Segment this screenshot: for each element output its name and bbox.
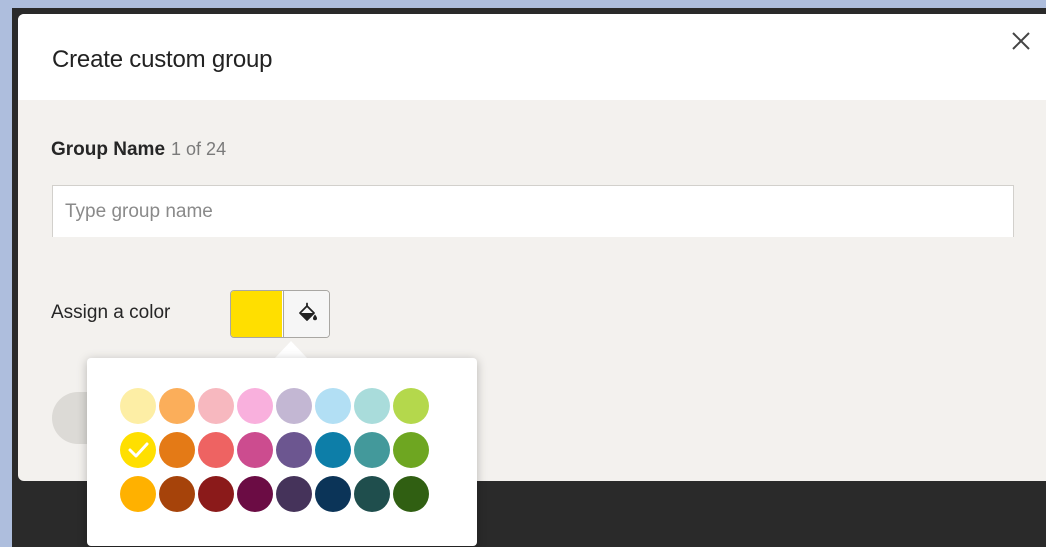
color-swatch[interactable] [315, 388, 351, 424]
window-frame-left [0, 0, 12, 547]
color-swatch[interactable] [159, 388, 195, 424]
color-swatch[interactable] [315, 476, 351, 512]
group-name-input[interactable] [52, 185, 1014, 237]
color-swatch[interactable] [315, 432, 351, 468]
selected-color-swatch [231, 291, 282, 337]
close-button[interactable] [1006, 26, 1036, 56]
color-swatch[interactable] [276, 388, 312, 424]
group-name-label: Group Name 1 of 24 [51, 139, 226, 161]
group-name-label-text: Group Name [51, 139, 166, 160]
color-swatch[interactable] [393, 476, 429, 512]
assign-color-label: Assign a color [51, 302, 171, 323]
color-swatch[interactable] [237, 432, 273, 468]
color-picker-button[interactable] [230, 290, 330, 338]
color-palette-popover [87, 358, 477, 546]
color-swatch[interactable] [120, 388, 156, 424]
color-palette-grid [120, 388, 429, 512]
color-swatch[interactable] [393, 388, 429, 424]
checkmark-icon [128, 442, 149, 458]
color-swatch[interactable] [276, 432, 312, 468]
color-swatch[interactable] [120, 476, 156, 512]
group-count: 1 of 24 [171, 139, 227, 159]
color-swatch[interactable] [159, 432, 195, 468]
color-swatch[interactable] [354, 432, 390, 468]
color-swatch[interactable] [393, 432, 429, 468]
paint-bucket-icon [299, 302, 317, 321]
color-swatch[interactable] [276, 476, 312, 512]
dialog-title: Create custom group [52, 46, 273, 73]
color-swatch[interactable] [198, 388, 234, 424]
color-swatch[interactable] [237, 476, 273, 512]
popover-arrow [274, 341, 308, 359]
window-frame-top [0, 0, 1046, 8]
color-swatch[interactable] [159, 476, 195, 512]
color-swatch[interactable] [198, 476, 234, 512]
color-swatch[interactable] [354, 476, 390, 512]
color-swatch-selected[interactable] [120, 432, 156, 468]
color-swatch[interactable] [237, 388, 273, 424]
dialog-header: Create custom group [18, 14, 1046, 100]
paint-bucket-button[interactable] [283, 291, 329, 337]
color-swatch[interactable] [354, 388, 390, 424]
color-swatch[interactable] [198, 432, 234, 468]
close-icon [1012, 32, 1030, 50]
